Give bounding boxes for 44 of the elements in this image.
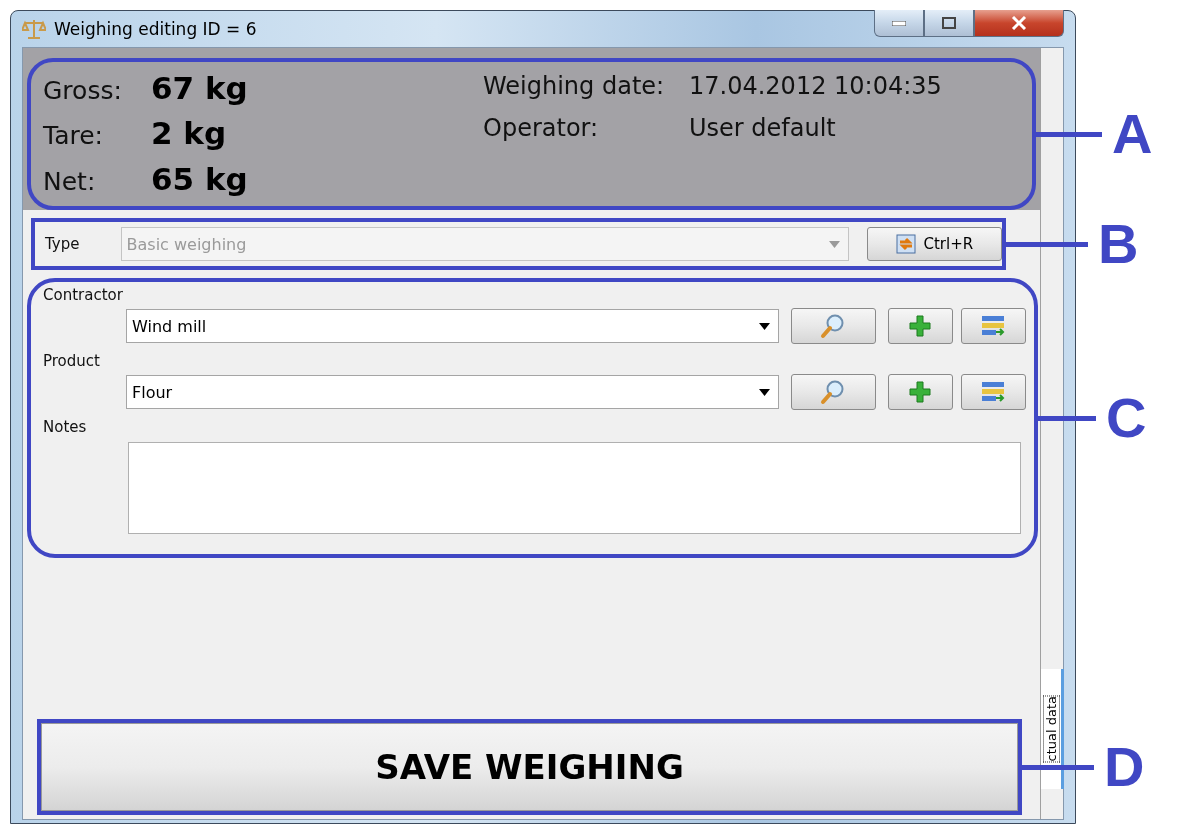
weight-label: Net: bbox=[43, 166, 97, 196]
detail-label: Operator: bbox=[483, 114, 600, 142]
weight-value: 67 kg bbox=[151, 70, 249, 106]
list-icon bbox=[981, 315, 1006, 337]
weight-value: 2 kg bbox=[151, 115, 228, 152]
swap-icon bbox=[895, 233, 918, 255]
callout-label: B bbox=[1098, 216, 1139, 272]
minimize-icon bbox=[892, 20, 906, 26]
restore-icon bbox=[942, 17, 956, 29]
callout-label: C bbox=[1106, 390, 1147, 446]
add-button[interactable] bbox=[887, 374, 953, 410]
field-label: Notes bbox=[43, 418, 88, 436]
dropdown-arrow-icon[interactable] bbox=[758, 388, 770, 396]
detail-value: User default bbox=[689, 114, 837, 142]
type-label: Type bbox=[45, 235, 81, 253]
weight-label: Gross: bbox=[43, 76, 123, 105]
notes-field[interactable] bbox=[128, 442, 1021, 534]
scales-icon bbox=[22, 18, 46, 40]
list-icon bbox=[981, 381, 1006, 403]
maximize-button[interactable] bbox=[924, 10, 974, 37]
side-tab[interactable]: ctual data bbox=[1041, 669, 1064, 789]
plus-icon bbox=[908, 380, 933, 404]
detail-label: Weighing date: bbox=[483, 72, 666, 100]
weight-label: Tare: bbox=[43, 121, 104, 151]
field-label: Contractor bbox=[43, 286, 124, 304]
list-button[interactable] bbox=[960, 308, 1026, 344]
combo-field[interactable]: Wind mill bbox=[126, 309, 779, 343]
window-title: Weighing editing ID = 6 bbox=[54, 19, 257, 39]
save-button[interactable]: SAVE WEIGHING bbox=[41, 723, 1018, 811]
callout-label: A bbox=[1112, 106, 1153, 162]
close-button[interactable] bbox=[974, 10, 1064, 37]
close-icon bbox=[1011, 16, 1027, 30]
combo-field[interactable]: Flour bbox=[126, 375, 779, 409]
detail-value: 17.04.2012 10:04:35 bbox=[689, 72, 942, 100]
search-button[interactable] bbox=[790, 374, 876, 410]
search-button[interactable] bbox=[790, 308, 876, 344]
field-label: Product bbox=[43, 352, 101, 370]
weight-value: 65 kg bbox=[151, 160, 249, 197]
dropdown-arrow-icon[interactable] bbox=[758, 322, 770, 330]
callout-label: D bbox=[1104, 739, 1145, 795]
plus-icon bbox=[908, 314, 933, 338]
add-button[interactable] bbox=[887, 308, 953, 344]
minimize-button[interactable] bbox=[874, 10, 924, 37]
list-button[interactable] bbox=[960, 374, 1026, 410]
